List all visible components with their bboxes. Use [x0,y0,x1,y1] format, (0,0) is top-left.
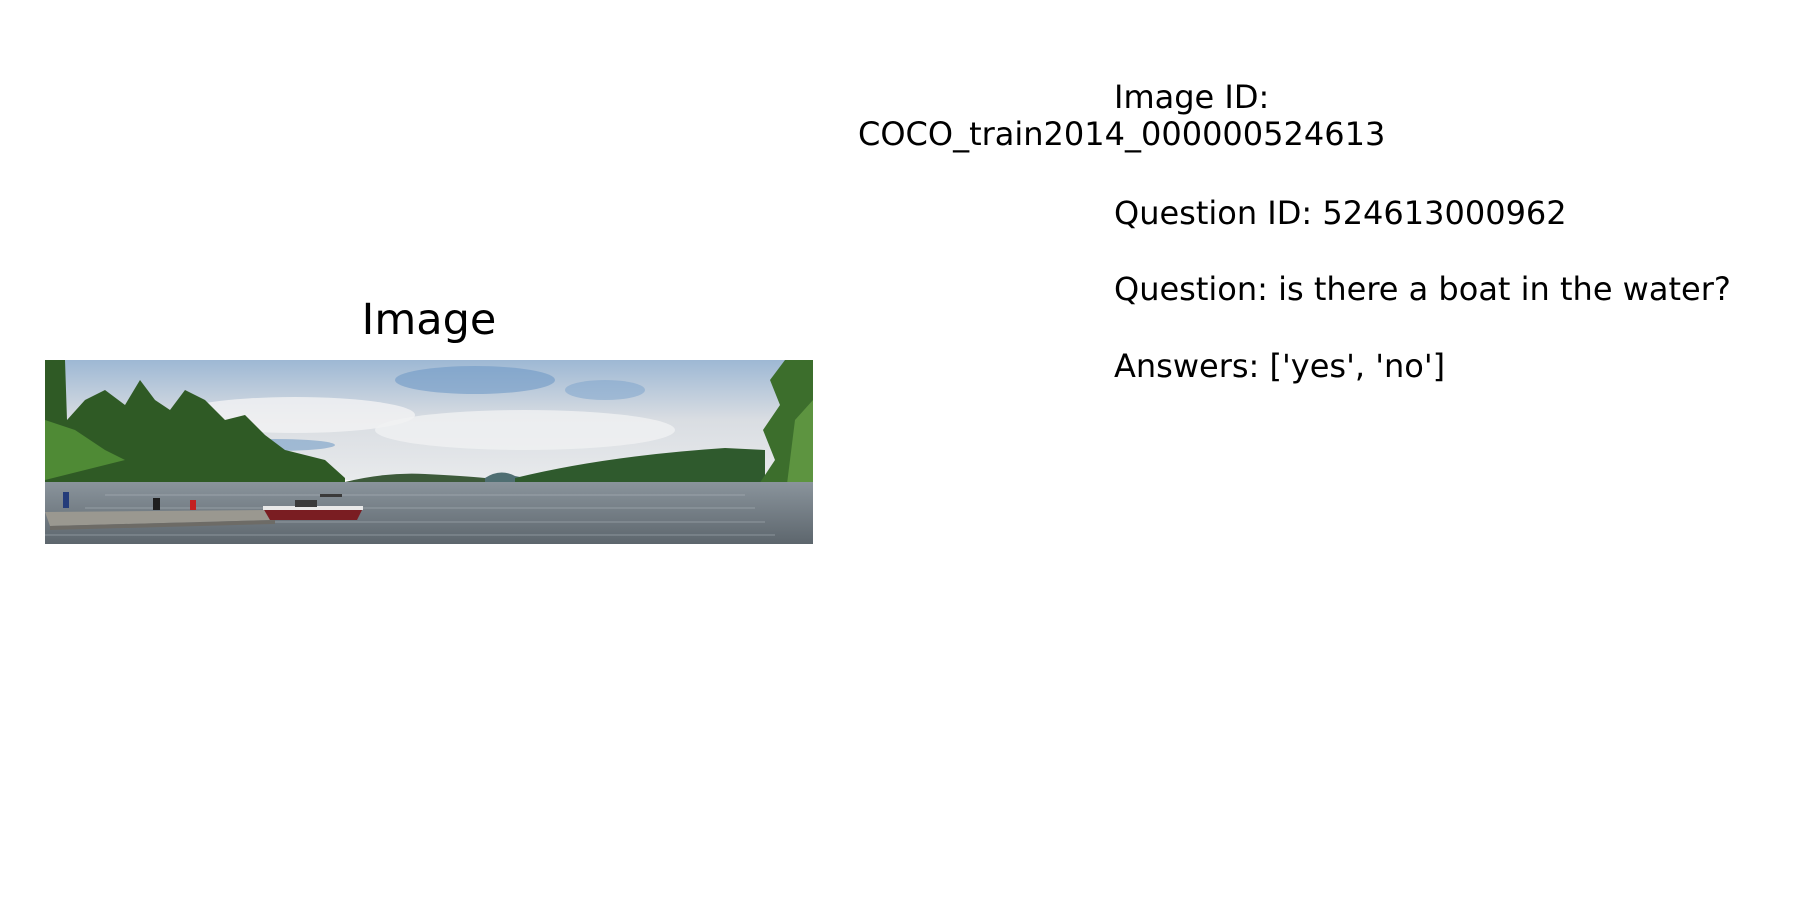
question-id-text: Question ID: 524613000962 [1114,194,1567,232]
question-text: Question: is there a boat in the water? [1114,270,1731,308]
answers-text: Answers: ['yes', 'no'] [1114,347,1446,385]
image-id-label: Image ID: [1114,78,1270,116]
lake-photo-illustration [45,360,813,544]
lake-photo [45,360,813,544]
image-id-value: COCO_train2014_000000524613 [858,115,1386,153]
image-panel-title: Image [361,295,497,345]
